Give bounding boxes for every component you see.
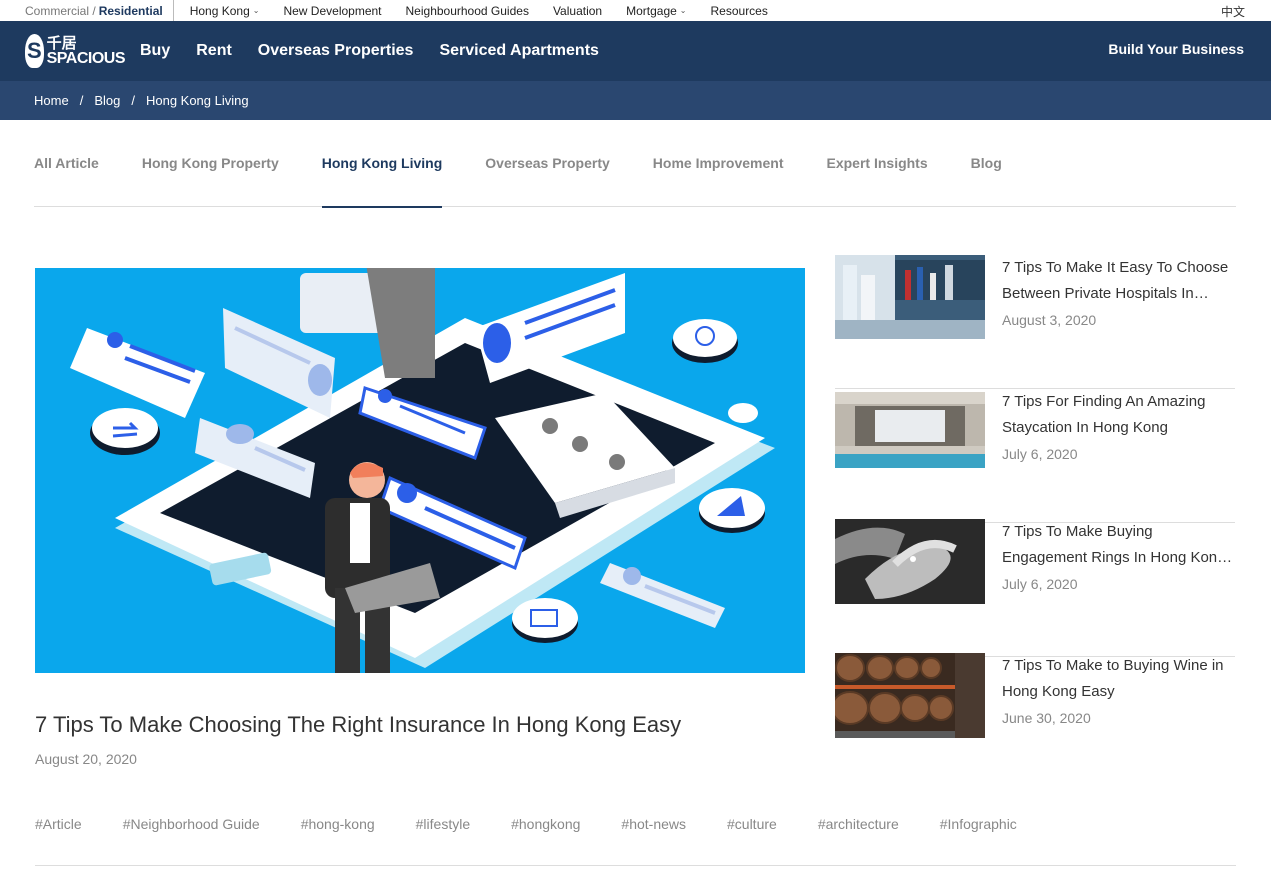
tag-culture[interactable]: #culture <box>727 816 777 832</box>
list-item[interactable]: 7 Tips To Make It Easy To Choose Between… <box>835 255 1235 389</box>
breadcrumb: Home / Blog / Hong Kong Living <box>0 81 1271 120</box>
topnav-resources[interactable]: Resources <box>711 4 768 18</box>
list-item[interactable]: 7 Tips To Make Buying Engagement Rings I… <box>835 519 1235 657</box>
breadcrumb-current: Hong Kong Living <box>145 93 249 108</box>
breadcrumb-separator: / <box>131 93 135 108</box>
tab-hong-kong-living[interactable]: Hong Kong Living <box>321 120 442 208</box>
topnav-label: Resources <box>710 3 768 18</box>
article-title[interactable]: 7 Tips For Finding An Amazing Staycation… <box>1002 389 1235 441</box>
article-date: July 6, 2020 <box>1002 446 1078 462</box>
topnav-hong-kong[interactable]: Hong Kong ⌄ <box>190 4 260 18</box>
tab-home-improvement[interactable]: Home Improvement <box>653 120 784 207</box>
topnav-valuation[interactable]: Valuation <box>553 4 602 18</box>
mode-residential[interactable]: Residential <box>99 4 163 18</box>
tag-neighborhood-guide[interactable]: #Neighborhood Guide <box>123 816 260 832</box>
wine-barrels-image <box>835 653 985 738</box>
site-logo[interactable]: S 千居 SPACIOUS <box>25 34 126 68</box>
list-item[interactable]: 7 Tips For Finding An Amazing Staycation… <box>835 389 1235 523</box>
chevron-down-icon: ⌄ <box>679 6 687 15</box>
insurance-chat-illustration <box>70 268 775 673</box>
topnav-label: Neighbourhood Guides <box>405 3 529 18</box>
tag-article[interactable]: #Article <box>35 816 82 832</box>
article-title[interactable]: 7 Tips To Make It Easy To Choose Between… <box>1002 255 1235 307</box>
topnav-label: New Development <box>283 3 382 18</box>
main-header: S 千居 SPACIOUS Buy Rent Overseas Properti… <box>0 21 1271 81</box>
tag-infographic[interactable]: #Infographic <box>940 816 1017 832</box>
breadcrumb-separator: / <box>79 93 84 108</box>
topnav-mortgage[interactable]: Mortgage ⌄ <box>626 4 686 18</box>
tag-hong-kong[interactable]: #hong-kong <box>301 816 375 832</box>
article-date: August 3, 2020 <box>1002 312 1097 328</box>
breadcrumb-blog[interactable]: Blog <box>94 93 120 108</box>
language-switch[interactable]: 中文 <box>1221 3 1245 20</box>
topnav-label: Valuation <box>552 3 603 18</box>
nav-rent[interactable]: Rent <box>196 42 232 60</box>
breadcrumb-home[interactable]: Home <box>34 93 69 108</box>
article-title[interactable]: 7 Tips To Make Buying Engagement Rings I… <box>1002 519 1235 571</box>
topnav-label: Mortgage <box>626 3 677 18</box>
side-article-list: 7 Tips To Make It Easy To Choose Between… <box>835 255 1235 791</box>
tab-all-article[interactable]: All Article <box>34 120 99 207</box>
hospital-image <box>835 255 985 339</box>
nav-serviced-apartments[interactable]: Serviced Apartments <box>439 42 598 60</box>
tab-expert-insights[interactable]: Expert Insights <box>827 120 928 207</box>
category-tabs: All Article Hong Kong Property Hong Kong… <box>34 120 1236 208</box>
featured-image[interactable] <box>35 268 805 673</box>
pool-image <box>835 392 985 468</box>
featured-article-date: August 20, 2020 <box>35 751 137 767</box>
chevron-down-icon: ⌄ <box>252 6 260 15</box>
article-date: July 6, 2020 <box>1002 576 1078 592</box>
logo-english: SPACIOUS <box>46 49 126 67</box>
tag-hongkong[interactable]: #hongkong <box>511 816 580 832</box>
main-nav: Buy Rent Overseas Properties Serviced Ap… <box>140 42 625 60</box>
nav-buy[interactable]: Buy <box>140 42 170 60</box>
list-item[interactable]: 7 Tips To Make to Buying Wine in Hong Ko… <box>835 653 1235 791</box>
topnav-new-development[interactable]: New Development <box>283 4 381 18</box>
divider <box>35 865 1236 866</box>
hospital-thumbnail[interactable] <box>835 255 985 339</box>
utility-bar: Commercial / Residential Hong Kong ⌄ New … <box>0 0 1271 21</box>
topnav-label: Hong Kong <box>189 3 250 18</box>
ring-thumbnail[interactable] <box>835 519 985 604</box>
tag-lifestyle[interactable]: #lifestyle <box>416 816 470 832</box>
topnav-neighbourhood-guides[interactable]: Neighbourhood Guides <box>406 4 529 18</box>
logo-chinese: 千居 <box>46 34 77 52</box>
nav-overseas-properties[interactable]: Overseas Properties <box>258 42 414 60</box>
build-business-link[interactable]: Build Your Business <box>1108 41 1244 57</box>
mode-commercial[interactable]: Commercial / <box>25 4 96 18</box>
tag-architecture[interactable]: #architecture <box>818 816 899 832</box>
tab-overseas-property[interactable]: Overseas Property <box>485 120 610 207</box>
tag-list: #Article #Neighborhood Guide #hong-kong … <box>35 816 1058 832</box>
tab-hong-kong-property[interactable]: Hong Kong Property <box>142 120 279 207</box>
logo-badge: S <box>25 34 44 68</box>
tag-hot-news[interactable]: #hot-news <box>621 816 686 832</box>
ring-image <box>835 519 985 604</box>
featured-article-title[interactable]: 7 Tips To Make Choosing The Right Insura… <box>35 712 681 738</box>
article-title[interactable]: 7 Tips To Make to Buying Wine in Hong Ko… <box>1002 653 1235 705</box>
wine-thumbnail[interactable] <box>835 653 985 738</box>
market-switch: Commercial / Residential <box>0 0 174 21</box>
tab-blog[interactable]: Blog <box>971 120 1002 207</box>
article-date: June 30, 2020 <box>1002 710 1091 726</box>
pool-thumbnail[interactable] <box>835 392 985 476</box>
